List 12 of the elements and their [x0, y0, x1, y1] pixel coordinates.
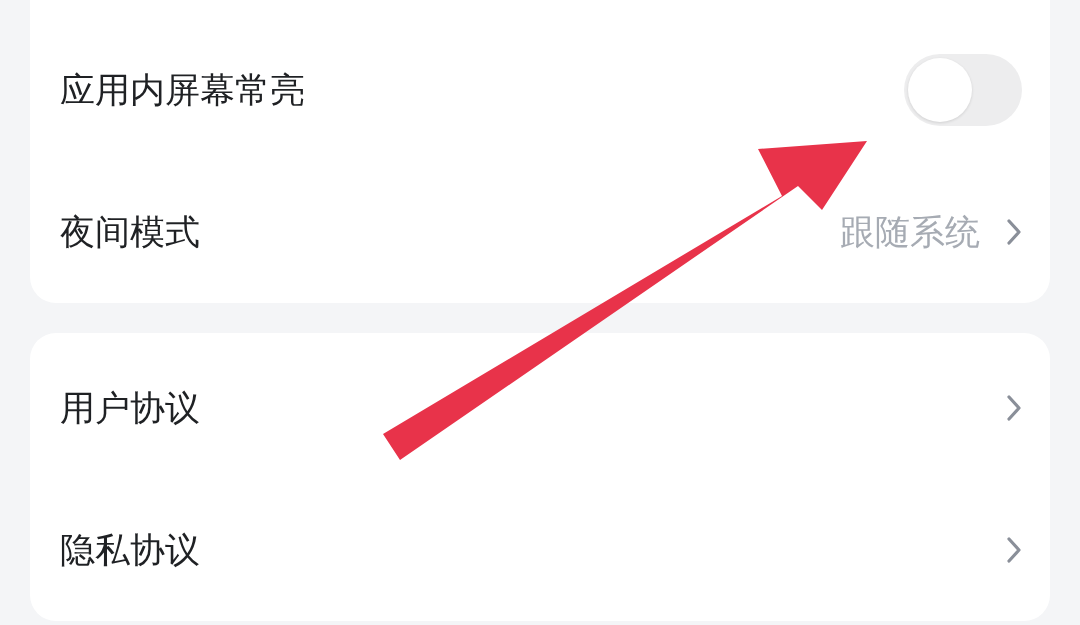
settings-row[interactable]: 夜间模式 跟随系统: [30, 161, 1050, 303]
settings-row[interactable]: 用户协议: [30, 337, 1050, 479]
setting-value: 跟随系统: [840, 210, 980, 254]
chevron-right-icon: [1006, 394, 1022, 422]
settings-row[interactable]: 应用内屏幕常亮: [30, 19, 1050, 161]
setting-label: 用户协议: [60, 386, 200, 430]
setting-label: 夜间模式: [60, 210, 200, 254]
chevron-right-icon: [1006, 218, 1022, 246]
settings-row[interactable]: 隐私协议: [30, 479, 1050, 621]
setting-label: 隐私协议: [60, 528, 200, 572]
chevron-right-icon: [1006, 536, 1022, 564]
setting-label: 应用内屏幕常亮: [60, 68, 305, 112]
